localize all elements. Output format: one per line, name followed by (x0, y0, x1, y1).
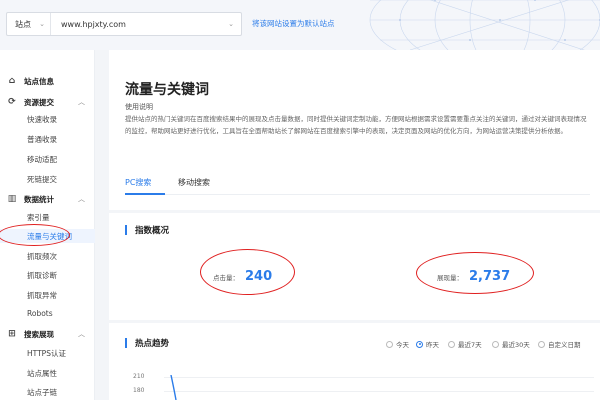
chart-icon: ▥ (7, 194, 17, 204)
sidebar-section-resource-submit[interactable]: ⟳ 资源提交 ︿ (0, 92, 95, 112)
sidebar-item-crawl-diagnosis[interactable]: 抓取诊断 (27, 270, 57, 281)
tab-active-indicator (125, 193, 165, 195)
page-title: 流量与关键词 (125, 82, 209, 98)
radio-icon (386, 340, 393, 348)
submit-icon: ⟳ (8, 97, 16, 107)
sidebar-item-crawl-errors[interactable]: 抓取异常 (27, 290, 57, 301)
sidebar-item-fast-index[interactable]: 快速收录 (27, 114, 57, 125)
sidebar-item-crawl-frequency[interactable]: 抓取频次 (27, 251, 57, 262)
range-yesterday[interactable]: 昨天 (416, 339, 439, 349)
overview-card: 指数概况 点击量： 240 展现量： 2,737 (109, 213, 600, 320)
range-label: 昨天 (426, 341, 439, 349)
y-tick-label: 180 (133, 387, 145, 394)
tab-divider (125, 194, 590, 195)
chevron-up-icon: ︿ (78, 330, 85, 338)
annotation-circle (0, 224, 70, 246)
chevron-down-icon: ⌄ (228, 20, 234, 28)
tab-pc-search[interactable]: PC搜索 (125, 177, 151, 188)
sidebar-item-https[interactable]: HTTPS认证 (27, 348, 66, 359)
sidebar-section-search-display[interactable]: ⊞ 搜索展现 ︿ (0, 324, 95, 344)
trend-title: 热点趋势 (125, 337, 169, 349)
sidebar-section-label: 站点信息 (24, 76, 54, 86)
range-last-30-days[interactable]: 最近30天 (492, 339, 530, 349)
overview-title: 指数概况 (125, 224, 169, 236)
range-today[interactable]: 今天 (386, 339, 409, 349)
chevron-down-icon: ⌄ (39, 20, 45, 28)
radio-icon (538, 340, 545, 348)
sidebar-item-robots[interactable]: Robots (27, 309, 53, 318)
globe-decoration (369, 0, 600, 50)
sidebar-item-normal-index[interactable]: 普通收录 (27, 134, 57, 145)
y-tick-label: 210 (133, 373, 145, 380)
range-custom-date[interactable]: 自定义日期 (538, 339, 581, 349)
sidebar: ⌂ 站点信息 ⟳ 资源提交 ︿ 快速收录 普通收录 移动适配 死链提交 ▥ 数据… (0, 50, 95, 400)
range-last-7-days[interactable]: 最近7天 (448, 339, 482, 349)
annotation-circle (200, 249, 295, 295)
intro-card: 流量与关键词 使用说明 提供站点的热门关键词在百度搜索结果中的展现及点击量数据，… (109, 50, 600, 210)
sidebar-section-label: 数据统计 (24, 194, 54, 204)
chevron-up-icon: ︿ (78, 195, 85, 203)
sidebar-section-data-stats[interactable]: ▥ 数据统计 ︿ (0, 189, 95, 209)
sidebar-section-site-info[interactable]: ⌂ 站点信息 (0, 71, 95, 91)
radio-checked-icon (416, 340, 423, 348)
range-label: 自定义日期 (548, 341, 581, 349)
site-type-dropdown[interactable]: 站点 ⌄ (7, 13, 51, 35)
sidebar-item-site-attributes[interactable]: 站点属性 (27, 368, 57, 379)
sidebar-item-index-volume[interactable]: 索引量 (27, 212, 50, 223)
trend-line (170, 375, 177, 400)
gridline (164, 377, 594, 378)
range-label: 今天 (396, 341, 409, 349)
sidebar-item-dead-link[interactable]: 死链提交 (27, 174, 57, 185)
sidebar-section-label: 搜索展现 (24, 329, 54, 339)
range-label: 最近7天 (458, 341, 482, 349)
sidebar-item-mobile-adapt[interactable]: 移动适配 (27, 154, 57, 165)
home-icon: ⌂ (8, 76, 16, 86)
annotation-circle (416, 252, 534, 294)
main-content: 流量与关键词 使用说明 提供站点的热门关键词在百度搜索结果中的展现及点击量数据，… (95, 50, 600, 400)
display-icon: ⊞ (8, 329, 16, 339)
chevron-up-icon: ︿ (78, 98, 85, 106)
gridline (164, 391, 594, 392)
site-type-label: 站点 (15, 19, 31, 29)
sidebar-item-sitelinks[interactable]: 站点子链 (27, 387, 57, 398)
tab-mobile-search[interactable]: 移动搜索 (178, 177, 210, 188)
trend-card: 热点趋势 210 180 (109, 323, 600, 400)
radio-icon (492, 340, 499, 348)
set-default-site-link[interactable]: 将该网站设置为默认站点 (252, 18, 335, 29)
site-url-dropdown[interactable]: www.hpjxty.com ⌄ (51, 20, 241, 29)
range-label: 最近30天 (502, 341, 530, 349)
top-bar: 站点 ⌄ www.hpjxty.com ⌄ 将该网站设置为默认站点 (0, 0, 600, 50)
radio-icon (448, 340, 455, 348)
site-selector: 站点 ⌄ www.hpjxty.com ⌄ (6, 12, 242, 36)
usage-title: 使用说明 (125, 103, 153, 111)
site-url-label: www.hpjxty.com (61, 19, 126, 29)
sidebar-section-label: 资源提交 (24, 97, 54, 107)
usage-description: 提供站点的热门关键词在百度搜索结果中的展现及点击量数据，同时提供关键词定制功能，… (125, 115, 587, 135)
